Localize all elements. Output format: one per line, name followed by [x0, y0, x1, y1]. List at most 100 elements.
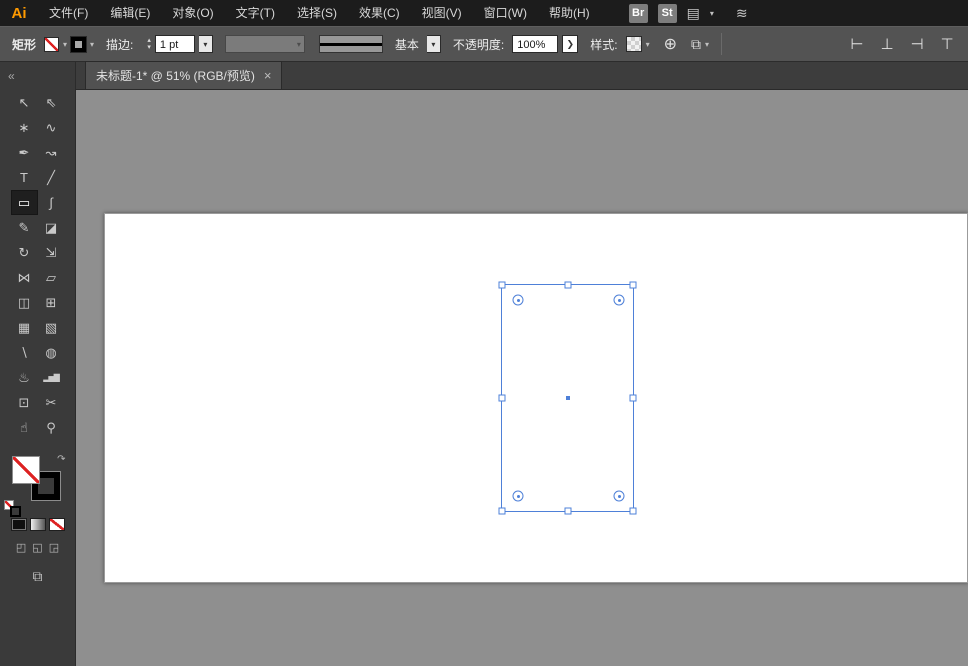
tool-eyedropper-tool[interactable]: ∖: [11, 340, 38, 365]
arrange-caret-icon[interactable]: ▾: [705, 40, 709, 49]
swap-fill-stroke-icon[interactable]: ↷: [57, 454, 65, 465]
menu-help[interactable]: 帮助(H): [538, 0, 601, 26]
color-button[interactable]: [10, 518, 27, 531]
align-center-icon[interactable]: ⊥: [876, 35, 898, 53]
live-corner-widget[interactable]: [613, 294, 625, 306]
tool-pen-tool[interactable]: ✒: [11, 140, 38, 165]
selected-rectangle[interactable]: [498, 281, 637, 515]
arrange-documents-icon[interactable]: ⧉: [691, 36, 701, 53]
brush-name[interactable]: 基本: [395, 36, 419, 53]
chevron-down-icon[interactable]: ▾: [710, 9, 714, 18]
close-icon[interactable]: ×: [264, 68, 272, 83]
stepper-up-icon[interactable]: ▴: [147, 37, 151, 44]
tool-pencil-tool[interactable]: ✎: [11, 215, 38, 240]
tool-hand-tool[interactable]: ☝: [11, 415, 38, 440]
stroke-caret-icon[interactable]: ▾: [90, 40, 94, 49]
tool-symbol-sprayer-tool[interactable]: ♨: [11, 365, 38, 390]
tool-paintbrush-tool[interactable]: ∫: [38, 190, 65, 215]
stroke-width-input[interactable]: 1 pt: [154, 35, 195, 53]
collapse-panel-button[interactable]: «: [0, 62, 75, 90]
scribble-icon[interactable]: ≋: [736, 5, 748, 22]
document-tab[interactable]: 未标题-1* @ 51% (RGB/预览) ×: [85, 61, 283, 89]
menu-view[interactable]: 视图(V): [411, 0, 473, 26]
canvas[interactable]: [76, 90, 968, 666]
draw-normal-icon[interactable]: ◰: [16, 541, 26, 554]
align-right-icon[interactable]: ⊣: [906, 35, 928, 53]
free-transform-tool-icon: ▱: [46, 270, 56, 285]
document-tabbar: 未标题-1* @ 51% (RGB/预览) ×: [76, 61, 968, 90]
live-corner-widget[interactable]: [512, 490, 524, 502]
menu-edit[interactable]: 编辑(E): [99, 0, 161, 26]
tool-zoom-tool[interactable]: ⚲: [38, 415, 65, 440]
gradient-button[interactable]: [29, 518, 46, 531]
menu-window[interactable]: 窗口(W): [473, 0, 538, 26]
selection-handle[interactable]: [564, 281, 571, 289]
draw-inside-icon[interactable]: ◲: [49, 541, 59, 554]
selection-handle[interactable]: [564, 507, 571, 515]
tool-magic-wand-tool[interactable]: ∗: [11, 115, 38, 140]
opacity-panel-button[interactable]: ❯: [562, 35, 579, 53]
tool-line-segment-tool[interactable]: ╱: [38, 165, 65, 190]
menu-select[interactable]: 选择(S): [286, 0, 348, 26]
selection-handle[interactable]: [498, 394, 506, 402]
screen-mode-icon[interactable]: ⧉: [33, 568, 43, 585]
selection-handle[interactable]: [629, 281, 637, 289]
selection-handle[interactable]: [498, 507, 506, 515]
stock-badge[interactable]: St: [657, 3, 677, 23]
stepper-down-icon[interactable]: ▾: [147, 44, 151, 51]
style-swatch[interactable]: [625, 36, 642, 52]
draw-behind-icon[interactable]: ◱: [32, 541, 42, 554]
fill-color-swatch[interactable]: [44, 36, 60, 52]
menu-effect[interactable]: 效果(C): [348, 0, 411, 26]
live-corner-widget[interactable]: [512, 294, 524, 306]
selection-handle[interactable]: [498, 281, 506, 289]
brush-stroke-preview[interactable]: [318, 35, 383, 53]
selection-handle[interactable]: [629, 507, 637, 515]
stroke-width-dropdown[interactable]: ▾: [198, 35, 213, 53]
tool-selection-tool[interactable]: ↖: [11, 90, 38, 115]
tool-lasso-tool[interactable]: ∿: [38, 115, 65, 140]
opacity-input[interactable]: 100%: [512, 35, 559, 53]
tool-rectangle-tool[interactable]: ▭: [10, 190, 38, 215]
tool-eraser-tool[interactable]: ◪: [38, 215, 65, 240]
brush-dropdown[interactable]: ▾: [426, 35, 441, 53]
center-point[interactable]: [564, 395, 571, 401]
tool-width-tool[interactable]: ⋈: [11, 265, 38, 290]
fill-swatch-none[interactable]: [11, 456, 40, 484]
tool-column-graph-tool[interactable]: ▂▅▇: [38, 365, 65, 390]
tool-blend-tool[interactable]: ◍: [38, 340, 65, 365]
tool-artboard-tool[interactable]: ⊡: [11, 390, 38, 415]
rotate-tool-icon: ↻: [18, 245, 30, 260]
gradient-tool-icon: ▧: [44, 320, 58, 335]
style-caret-icon[interactable]: ▾: [646, 40, 650, 49]
tool-perspective-grid-tool[interactable]: ⊞: [38, 290, 65, 315]
tool-scale-tool[interactable]: ⇲: [38, 240, 65, 265]
tool-shape-builder-tool[interactable]: ◫: [11, 290, 38, 315]
tool-rotate-tool[interactable]: ↻: [11, 240, 38, 265]
paintbrush-tool-icon: ∫: [49, 195, 53, 210]
tool-slice-tool[interactable]: ✂: [38, 390, 65, 415]
fill-caret-icon[interactable]: ▾: [63, 40, 67, 49]
bridge-badge[interactable]: Br: [628, 3, 648, 23]
tool-direct-selection-tool[interactable]: ⇖: [38, 90, 65, 115]
menu-object[interactable]: 对象(O): [161, 0, 224, 26]
live-corner-widget[interactable]: [613, 490, 625, 502]
width-profile-dropdown[interactable]: ▾: [224, 35, 305, 53]
tool-free-transform-tool[interactable]: ▱: [38, 265, 65, 290]
stroke-width-stepper[interactable]: ▴ ▾: [147, 37, 151, 51]
none-button[interactable]: [48, 518, 65, 531]
align-top-icon[interactable]: ⊤: [936, 35, 958, 53]
pencil-tool-icon: ✎: [18, 220, 30, 235]
selection-handle[interactable]: [629, 394, 637, 402]
tool-type-tool[interactable]: T: [11, 165, 38, 190]
globe-icon[interactable]: ⊕: [664, 34, 677, 54]
default-fill-stroke-icon[interactable]: [3, 500, 21, 517]
menu-type[interactable]: 文字(T): [225, 0, 286, 26]
workspace-icon[interactable]: ▤: [687, 5, 700, 22]
tool-gradient-tool[interactable]: ▧: [38, 315, 65, 340]
tool-curvature-tool[interactable]: ↝: [38, 140, 65, 165]
align-left-icon[interactable]: ⊢: [846, 35, 868, 53]
menu-file[interactable]: 文件(F): [38, 0, 99, 26]
tool-mesh-tool[interactable]: ▦: [11, 315, 38, 340]
stroke-color-swatch[interactable]: [70, 35, 88, 53]
